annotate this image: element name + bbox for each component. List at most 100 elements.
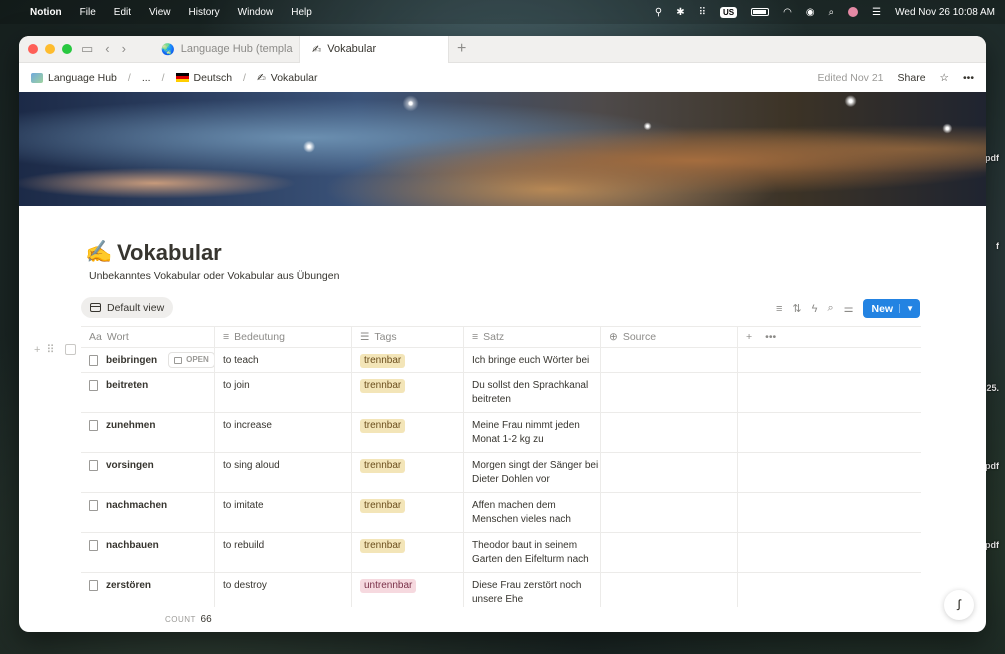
menu-help[interactable]: Help [291,7,312,18]
share-button[interactable]: Share [898,72,926,84]
forward-arrow-icon[interactable]: › [122,41,126,57]
menu-file[interactable]: File [80,7,96,18]
fullscreen-window-button[interactable] [62,44,72,54]
cell-wort[interactable]: zerstören [81,573,214,607]
add-property-plus-icon[interactable]: + [746,331,752,343]
cell-tags[interactable]: trennbar [351,373,463,412]
sidebar-toggle-icon[interactable]: ▭ [81,41,93,57]
table-row[interactable]: nachmachen to imitate trennbar Affen mac… [81,493,921,533]
cell-wort[interactable]: beitreten [81,373,214,412]
cell-source[interactable] [600,413,737,452]
desktop-file-label[interactable]: pdf [985,540,999,550]
column-header-source[interactable]: ⊕ Source [600,327,737,347]
cell-source[interactable] [600,453,737,492]
menu-window[interactable]: Window [238,7,274,18]
back-arrow-icon[interactable]: ‹ [105,41,109,57]
new-button[interactable]: New ▼ [863,299,920,318]
control-center-icon[interactable]: ☰ [872,7,881,18]
app-menu[interactable]: Notion [30,7,62,18]
cell-bedeutung[interactable]: to rebuild [214,533,351,572]
cell-source[interactable] [600,373,737,412]
menu-view[interactable]: View [149,7,171,18]
cell-source[interactable] [600,348,737,372]
more-options-icon[interactable]: ••• [963,72,974,84]
desktop-file-label[interactable]: 25. [986,383,999,393]
drag-handle-icon[interactable]: ⠿ [46,343,54,356]
menu-history[interactable]: History [189,7,220,18]
cell-bedeutung[interactable]: to teach [214,348,351,372]
row-checkbox[interactable] [64,344,76,355]
cell-source[interactable] [600,493,737,532]
minimize-window-button[interactable] [45,44,55,54]
keyboard-layout-indicator[interactable]: US [719,6,738,18]
status-menu-icon[interactable]: ⚲ [655,7,662,18]
cell-satz[interactable]: Theodor baut in seinem Garten den Eifelt… [463,533,600,572]
cell-satz[interactable]: Diese Frau zerstört noch unsere Ehe [463,573,600,607]
breadcrumb-item-language-hub[interactable]: Language Hub [48,72,117,84]
page-description[interactable]: Unbekanntes Vokabular oder Vokabular aus… [89,270,339,282]
breadcrumb-item-ellipsis[interactable]: ... [142,72,151,84]
cell-tags[interactable]: trennbar [351,453,463,492]
cell-tags[interactable]: trennbar [351,533,463,572]
column-header-wort[interactable]: Aa Wort [81,327,214,347]
cell-wort[interactable]: nachbauen [81,533,214,572]
siri-icon[interactable] [848,7,859,17]
settings-sliders-icon[interactable]: ⚌ [844,302,854,315]
cell-bedeutung[interactable]: to join [214,373,351,412]
tab-vokabular[interactable]: ✍ Vokabular [299,36,449,63]
column-header-bedeutung[interactable]: ≡ Bedeutung [214,327,351,347]
breadcrumb-item-deutsch[interactable]: Deutsch [194,72,233,84]
close-window-button[interactable] [28,44,38,54]
automation-lightning-icon[interactable]: ϟ [812,303,818,315]
page-title[interactable]: Vokabular [117,240,222,266]
desktop-file-label[interactable]: pdf [985,153,999,163]
cell-wort[interactable]: nachmachen [81,493,214,532]
table-row[interactable]: nachbauen to rebuild trennbar Theodor ba… [81,533,921,573]
cell-source[interactable] [600,533,737,572]
chevron-down-icon[interactable]: ▼ [899,304,920,313]
menubar-clock[interactable]: Wed Nov 26 10:08 AM [895,7,995,18]
cell-tags[interactable]: untrennbar [351,573,463,607]
column-header-tags[interactable]: ☰ Tags [351,327,463,347]
more-options-icon[interactable]: ••• [765,331,776,343]
desktop-file-label[interactable]: f [996,241,999,251]
account-icon[interactable]: ◉ [806,7,815,18]
table-row[interactable]: beibringen OPEN to teach trennbar Ich br… [81,348,921,373]
cell-tags[interactable]: trennbar [351,413,463,452]
desktop-file-label[interactable]: pdf [985,461,999,471]
cell-satz[interactable]: Affen machen dem Menschen vieles nach [463,493,600,532]
new-tab-plus-icon[interactable]: + [457,40,466,58]
add-row-plus-icon[interactable]: + [34,344,40,356]
wifi-icon[interactable]: ◠ [783,7,792,18]
cell-satz[interactable]: Du sollst den Sprachkanal beitreten [463,373,600,412]
cell-wort[interactable]: beibringen OPEN [81,348,215,372]
table-row[interactable]: zunehmen to increase trennbar Meine Frau… [81,413,921,453]
cell-satz[interactable]: Meine Frau nimmt jeden Monat 1-2 kg zu [463,413,600,452]
default-view-tab[interactable]: Default view [81,297,174,318]
cell-tags[interactable]: trennbar [351,348,463,372]
cell-wort[interactable]: vorsingen [81,453,214,492]
cell-bedeutung[interactable]: to destroy [214,573,351,607]
open-row-button[interactable]: OPEN [168,352,215,368]
table-row[interactable]: beitreten to join trennbar Du sollst den… [81,373,921,413]
control-grid-icon[interactable]: ⠿ [699,7,706,18]
battery-icon[interactable] [751,8,770,16]
filter-icon[interactable]: ≡ [776,303,782,315]
cell-bedeutung[interactable]: to sing aloud [214,453,351,492]
tab-language-hub[interactable]: 🌏 Language Hub (templa [149,36,299,63]
cell-satz[interactable]: Morgen singt der Sänger bei Dieter Dohle… [463,453,600,492]
table-row[interactable]: zerstören to destroy untrennbar Diese Fr… [81,573,921,607]
star-icon[interactable]: ☆ [940,72,949,84]
cell-wort[interactable]: zunehmen [81,413,214,452]
sort-icon[interactable]: ⇅ [792,302,801,315]
notion-ai-button[interactable]: ꭍ [944,590,974,620]
cell-source[interactable] [600,573,737,607]
column-header-satz[interactable]: ≡ Satz [463,327,600,347]
breadcrumb-item-vokabular[interactable]: Vokabular [271,72,318,84]
search-icon[interactable]: ⌕ [829,7,835,18]
table-row[interactable]: vorsingen to sing aloud trennbar Morgen … [81,453,921,493]
page-emoji-icon[interactable]: ✍️ [85,239,112,265]
bluetooth-icon[interactable]: ✱ [676,7,684,18]
cell-satz[interactable]: Ich bringe euch Wörter bei [463,348,600,372]
menu-edit[interactable]: Edit [114,7,131,18]
